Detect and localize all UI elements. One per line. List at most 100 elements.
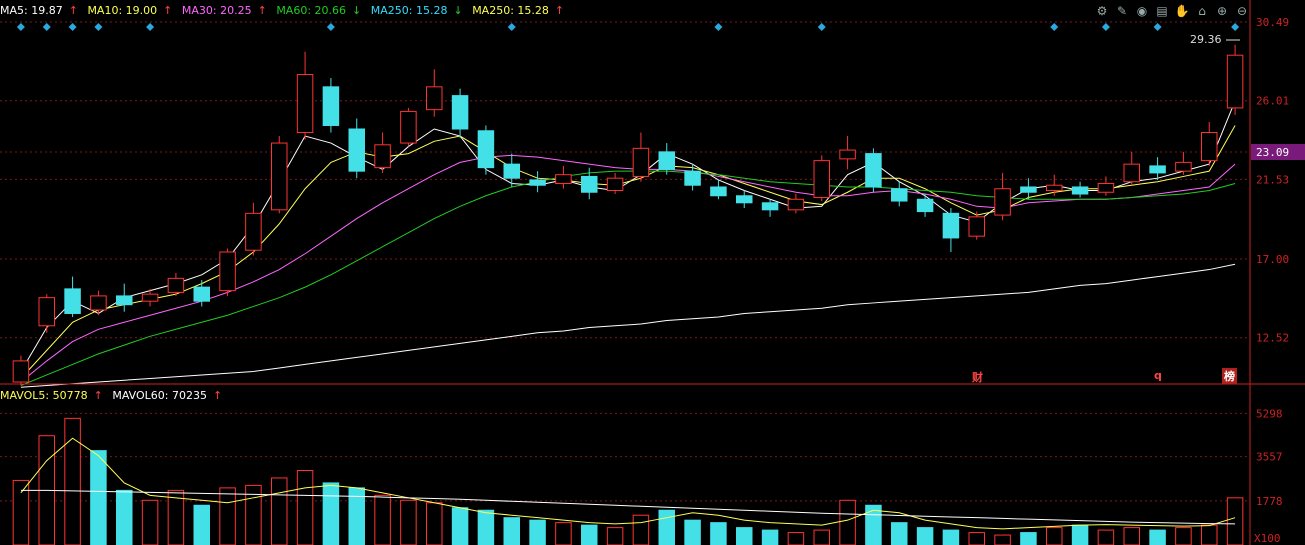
- gear-icon[interactable]: ⚙: [1094, 3, 1110, 19]
- candle-body: [1097, 182, 1115, 193]
- volume-bar: [891, 522, 908, 545]
- ranking-marker[interactable]: 榜: [1222, 368, 1237, 384]
- stock-chart: 30.4926.0123.0923.0921.5317.0012.5252983…: [0, 0, 1305, 545]
- candle-body: [891, 188, 908, 202]
- volume-bar: [503, 517, 520, 545]
- ma30-legend: MA30: 20.25 ↑: [182, 4, 267, 17]
- event-diamond-marker: [326, 23, 335, 31]
- volume-bar: [555, 522, 572, 545]
- candlestick-series[interactable]: [12, 44, 1244, 386]
- event-diamond-marker: [42, 23, 51, 31]
- candle-body: [684, 170, 701, 186]
- candle-body: [322, 86, 340, 126]
- candle-body: [632, 147, 650, 177]
- event-diamond-marker: [146, 23, 155, 31]
- volume-tick-label: 5298: [1256, 407, 1283, 420]
- ma250b-label: MA250: 15.28: [472, 4, 549, 17]
- ma-line-ma5: [20, 100, 1236, 372]
- ma5-arrow-icon: ↑: [68, 4, 78, 17]
- volume-bar: [942, 529, 960, 545]
- volume-bar: [271, 477, 288, 545]
- volume-bar: [1097, 529, 1115, 545]
- ma10-legend: MA10: 19.00 ↑: [87, 4, 172, 17]
- candle-body: [193, 286, 210, 302]
- volume-bar: [400, 499, 417, 545]
- ma60-arrow-icon: ↓: [352, 4, 362, 17]
- ma-line-ma10: [20, 125, 1236, 379]
- ma250a-label: MA250: 15.28: [370, 4, 448, 17]
- ma5-legend: MA5: 19.87 ↑: [0, 4, 78, 17]
- candle-body: [1123, 163, 1140, 183]
- candle-body: [141, 293, 159, 302]
- candle-body: [813, 160, 830, 199]
- volume-bar: [684, 519, 701, 545]
- candle-body: [1020, 186, 1037, 193]
- candle-body: [1201, 132, 1218, 162]
- candle-body: [1046, 184, 1063, 191]
- zoom-in-icon[interactable]: ⊕: [1214, 3, 1230, 19]
- candle-body: [787, 198, 805, 211]
- volume-bar: [813, 529, 830, 545]
- candle-body: [12, 360, 30, 383]
- candle-body: [400, 110, 417, 144]
- event-diamond-marker: [1153, 23, 1162, 31]
- candle-body: [1071, 186, 1089, 195]
- candle-body: [296, 74, 314, 134]
- lock-icon[interactable]: ⌂: [1194, 3, 1210, 19]
- candle-body: [503, 163, 520, 179]
- grid-lines: 30.4926.0123.0923.0921.5317.0012.5252983…: [0, 16, 1305, 545]
- candle-body: [555, 174, 572, 184]
- mavol5-legend: MAVOL5: 50778 ↑: [0, 389, 103, 402]
- print-icon[interactable]: ▤: [1154, 3, 1170, 19]
- volume-bar: [839, 499, 856, 545]
- candle-body: [348, 128, 365, 172]
- event-diamond-marker: [1231, 23, 1240, 31]
- candle-body: [116, 295, 133, 306]
- mavol5-arrow-icon: ↑: [93, 389, 103, 402]
- volume-tick-label: 1778: [1256, 495, 1283, 508]
- price-tick-label: 26.01: [1256, 95, 1289, 108]
- highlight-price-label: 23.09: [1256, 146, 1289, 159]
- volume-bar: [529, 519, 546, 545]
- candle-body: [64, 288, 81, 314]
- candle-body: [968, 216, 985, 237]
- volume-bar: [916, 527, 934, 545]
- mavol60-legend: MAVOL60: 70235 ↑: [112, 389, 222, 402]
- candle-body: [1149, 165, 1166, 174]
- candle-body: [271, 142, 288, 211]
- event-diamond-marker: [507, 23, 516, 31]
- volume-bar: [116, 489, 133, 545]
- event-diamond-marker: [16, 23, 25, 31]
- eye-icon[interactable]: ◉: [1134, 3, 1150, 19]
- volume-bar: [1046, 527, 1063, 545]
- event-diamond-marker: [1050, 23, 1059, 31]
- volume-bar: [64, 417, 81, 545]
- mavol60-label: MAVOL60: 70235: [112, 389, 207, 402]
- chart-toolbar: ⚙ ✎ ◉ ▤ ✋ ⌂ ⊕ ⊖: [1094, 3, 1250, 19]
- hand-icon[interactable]: ✋: [1174, 3, 1190, 19]
- candle-body: [658, 151, 675, 170]
- candle-body: [245, 212, 262, 251]
- event-diamond-marker: [68, 23, 77, 31]
- candle-body: [839, 149, 856, 160]
- finance-marker[interactable]: 财: [972, 369, 983, 385]
- candle-body: [581, 175, 598, 193]
- candle-body: [761, 202, 779, 211]
- volume-bar: [374, 494, 391, 545]
- volume-unit-label: X100: [1254, 532, 1281, 545]
- candle-body: [38, 297, 55, 327]
- volume-bar: [90, 450, 107, 545]
- event-diamond-marker: [1101, 23, 1110, 31]
- ma-line-ma60: [20, 170, 1236, 386]
- ma250b-legend: MA250: 15.28 ↑: [472, 4, 564, 17]
- volume-bar: [787, 532, 805, 545]
- q-marker[interactable]: q: [1154, 369, 1162, 382]
- draw-icon[interactable]: ✎: [1114, 3, 1130, 19]
- price-tick-label: 21.53: [1256, 173, 1289, 186]
- ma60-legend: MA60: 20.66 ↓: [276, 4, 361, 17]
- volume-bar: [426, 502, 443, 545]
- ma10-label: MA10: 19.00: [87, 4, 158, 17]
- zoom-out-icon[interactable]: ⊖: [1234, 3, 1250, 19]
- volume-bar: [451, 507, 469, 545]
- price-tick-label: 30.49: [1256, 16, 1289, 29]
